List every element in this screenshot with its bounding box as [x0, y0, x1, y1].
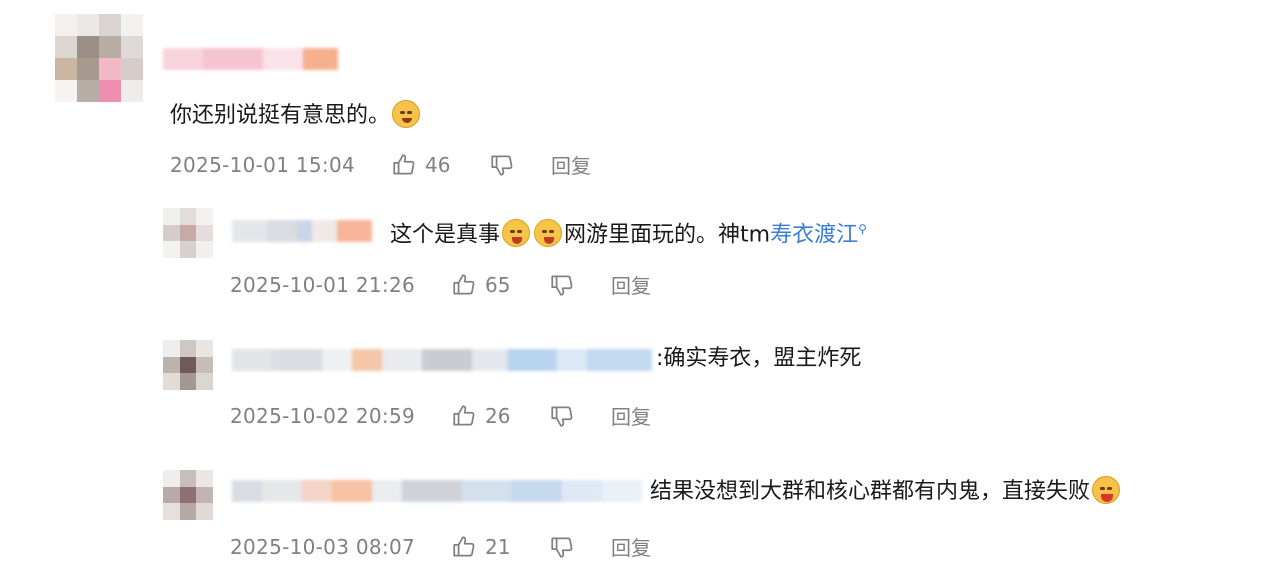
- laugh-cry-emoji: [534, 219, 563, 248]
- like-count: 21: [485, 534, 511, 559]
- cat-face-emoji: [392, 100, 421, 128]
- comment-date: 2025-10-01 21:26: [230, 272, 416, 297]
- reply-button[interactable]: 回复: [551, 150, 591, 179]
- tongue-face-emoji: [1092, 476, 1121, 504]
- thumbs-down-icon[interactable]: [549, 403, 575, 429]
- comment-date: 2025-10-02 20:59: [230, 403, 416, 428]
- thumbs-up-icon[interactable]: [391, 152, 417, 178]
- search-icon[interactable]: ⚲: [858, 222, 867, 236]
- comment-text: :确实寿衣，盟主炸死: [656, 346, 862, 371]
- comment-date: 2025-10-01 15:04: [170, 152, 356, 177]
- thumbs-down-icon[interactable]: [549, 272, 575, 298]
- avatar[interactable]: [163, 470, 213, 520]
- comment-date: 2025-10-03 08:07: [230, 534, 416, 559]
- topic-link[interactable]: 寿衣渡江: [770, 222, 858, 247]
- comment-meta: 2025-10-01 21:26 65 回复: [230, 270, 651, 299]
- avatar[interactable]: [163, 208, 213, 258]
- username-blurred[interactable]: [232, 349, 652, 371]
- avatar[interactable]: [163, 340, 213, 390]
- comment-meta: 2025-10-02 20:59 26 回复: [230, 401, 651, 430]
- like-count: 65: [485, 272, 511, 297]
- reply-button[interactable]: 回复: [611, 270, 651, 299]
- thumbs-down-icon[interactable]: [549, 534, 575, 560]
- reply-button[interactable]: 回复: [611, 401, 651, 430]
- comment-meta: 2025-10-01 15:04 46 回复: [170, 150, 591, 179]
- like-count: 26: [485, 403, 511, 428]
- thumbs-up-icon[interactable]: [451, 534, 477, 560]
- username-blurred[interactable]: [232, 480, 642, 502]
- comment-text: 你还别说挺有意思的。: [170, 100, 422, 131]
- avatar[interactable]: [55, 14, 143, 102]
- username-blurred[interactable]: [163, 48, 338, 70]
- username-blurred[interactable]: [232, 220, 372, 242]
- thumbs-up-icon[interactable]: [451, 403, 477, 429]
- reply-button[interactable]: 回复: [611, 532, 651, 561]
- thumbs-up-icon[interactable]: [451, 272, 477, 298]
- thumbs-down-icon[interactable]: [489, 152, 515, 178]
- comment-text: 结果没想到大群和核心群都有内鬼，直接失败: [650, 476, 1122, 507]
- comment-meta: 2025-10-03 08:07 21 回复: [230, 532, 651, 561]
- comment-text: 这个是真事 网游里面玩的。神tm寿衣渡江⚲: [390, 214, 867, 250]
- like-count: 46: [425, 152, 451, 177]
- laugh-cry-emoji: [502, 219, 531, 248]
